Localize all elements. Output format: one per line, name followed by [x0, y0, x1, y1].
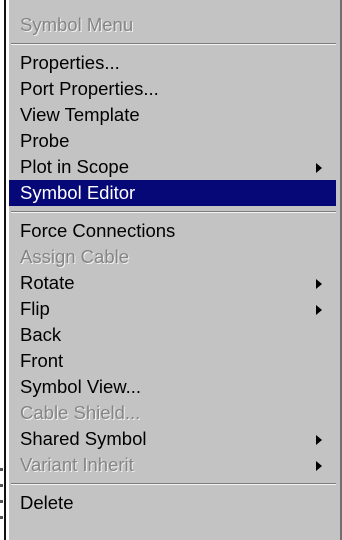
- menu-item-symbol-view[interactable]: Symbol View...: [9, 374, 340, 400]
- submenu-arrow-icon: [316, 305, 322, 315]
- menu-item-rotate[interactable]: Rotate: [9, 270, 340, 296]
- menu-item-label: Assign Cable: [20, 246, 130, 267]
- menu-item-label: Probe: [20, 130, 70, 151]
- menu-item-variant-inherit: Variant Inherit: [9, 452, 340, 478]
- submenu-arrow-icon: [316, 163, 322, 173]
- menu-item-front[interactable]: Front: [9, 348, 340, 374]
- menu-separator: [9, 206, 340, 218]
- menu-item-probe[interactable]: Probe: [9, 128, 340, 154]
- menu-header: Symbol Menu: [20, 14, 134, 35]
- menu-item-flip[interactable]: Flip: [9, 296, 340, 322]
- context-menu: Symbol Menu Properties... Port Propertie…: [9, 0, 342, 540]
- menu-item-label: Force Connections: [20, 220, 176, 241]
- context-menu-items: Symbol Menu Properties... Port Propertie…: [9, 12, 340, 516]
- submenu-arrow-icon: [316, 461, 322, 471]
- menu-item-label: Plot in Scope: [20, 156, 130, 177]
- submenu-arrow-icon: [316, 435, 322, 445]
- menu-item-plot-in-scope[interactable]: Plot in Scope: [9, 154, 340, 180]
- menu-item-label: Port Properties...: [20, 78, 159, 99]
- screen: Symbol Menu Properties... Port Propertie…: [0, 0, 342, 540]
- menu-item-assign-cable: Assign Cable: [9, 244, 340, 270]
- menu-item-label: Rotate: [20, 272, 75, 293]
- menu-item-shared-symbol[interactable]: Shared Symbol: [9, 426, 340, 452]
- menu-item-label: Shared Symbol: [20, 428, 147, 449]
- menu-item-cable-shield: Cable Shield...: [9, 400, 340, 426]
- menu-item-view-template[interactable]: View Template: [9, 102, 340, 128]
- menu-item-force-connections[interactable]: Force Connections: [9, 218, 340, 244]
- background-window-border: [4, 0, 6, 540]
- menu-item-label: Flip: [20, 298, 50, 319]
- menu-item-properties[interactable]: Properties...: [9, 50, 340, 76]
- menu-item-label: View Template: [20, 104, 140, 125]
- menu-item-label: Delete: [20, 492, 74, 513]
- menu-item-port-properties[interactable]: Port Properties...: [9, 76, 340, 102]
- menu-item-symbol-editor[interactable]: Symbol Editor: [9, 180, 336, 206]
- submenu-arrow-icon: [316, 279, 322, 289]
- menu-item-label: Properties...: [20, 52, 120, 73]
- menu-item-delete[interactable]: Delete: [9, 490, 340, 516]
- menu-item-label: Front: [20, 350, 64, 371]
- menu-item-label: Variant Inherit: [20, 454, 134, 475]
- menu-item-label: Cable Shield...: [20, 402, 141, 423]
- menu-item-label: Symbol Editor: [20, 182, 136, 203]
- menu-item-back[interactable]: Back: [9, 322, 340, 348]
- menu-separator: [9, 478, 340, 490]
- menu-item-label: Back: [20, 324, 62, 345]
- menu-item-label: Symbol View...: [20, 376, 141, 397]
- menu-separator: [9, 38, 340, 50]
